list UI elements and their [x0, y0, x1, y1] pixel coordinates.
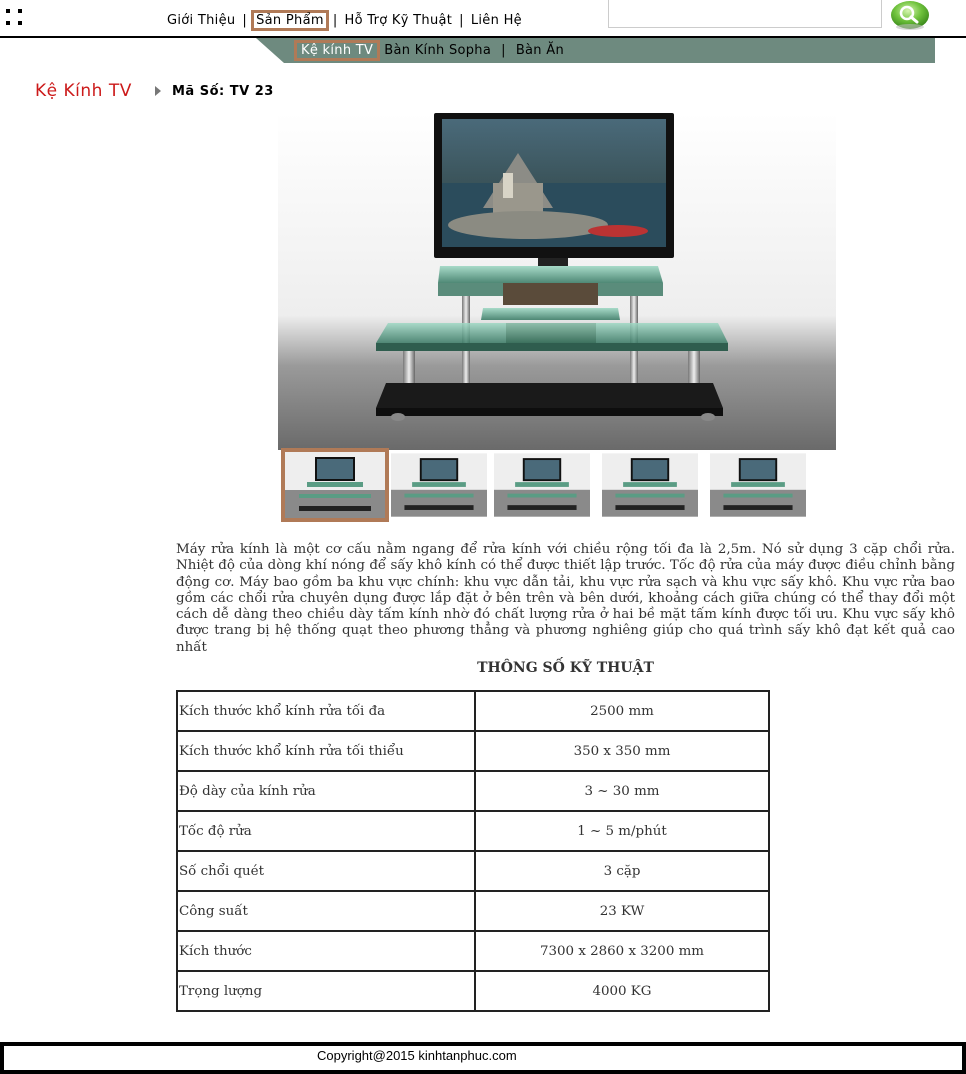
table-row: Kích thước khổ kính rửa tối thiểu 350 x 3… — [176, 730, 770, 772]
spec-key: Trọng lượng — [176, 970, 476, 1012]
thumbnail-1[interactable] — [281, 448, 389, 522]
thumbnail-5[interactable] — [710, 452, 806, 522]
subnav-separator: | — [501, 43, 506, 58]
spec-key: Công suất — [176, 890, 476, 932]
spec-key: Tốc độ rửa — [176, 810, 476, 852]
spec-key: Kích thước khổ kính rửa tối đa — [176, 690, 476, 732]
table-row: Số chổi quét 3 cặp — [176, 850, 770, 892]
table-row: Công suất 23 KW — [176, 890, 770, 932]
thumbnail-3[interactable] — [494, 452, 590, 522]
search-magnifier-icon — [891, 1, 929, 30]
tv-stand-thumb-icon — [710, 453, 806, 517]
product-main-image[interactable] — [278, 113, 836, 450]
product-description: Máy rửa kính là một cơ cấu nằm ngang để … — [176, 542, 955, 655]
spec-value: 7300 x 2860 x 3200 mm — [474, 930, 770, 972]
spec-key: Độ dày của kính rửa — [176, 770, 476, 812]
table-row: Tốc độ rửa 1 ~ 5 m/phút — [176, 810, 770, 852]
spec-value: 23 KW — [474, 890, 770, 932]
header-divider — [0, 36, 966, 38]
spec-value: 3 ~ 30 mm — [474, 770, 770, 812]
spec-table: Kích thước khổ kính rửa tối đa 2500 mm Kí… — [176, 690, 770, 1012]
subnav-item-ban-an[interactable]: Bàn Ăn — [512, 42, 568, 59]
spec-key: Kích thước — [176, 930, 476, 972]
subnav-item-ke-kinh-tv[interactable]: Kệ kính TV — [294, 40, 381, 61]
spec-value: 350 x 350 mm — [474, 730, 770, 772]
thumbnail-2[interactable] — [391, 452, 487, 522]
main-nav: Giới Thiệu | Sản Phẩm | Hỗ Trợ Kỹ Thuật | Liên… — [164, 10, 525, 31]
spec-value: 4000 KG — [474, 970, 770, 1012]
breadcrumb-arrow-icon — [155, 86, 161, 96]
tv-stand-thumb-icon — [285, 452, 385, 518]
spec-key: Số chổi quét — [176, 850, 476, 892]
table-row: Độ dày của kính rửa 3 ~ 30 mm — [176, 770, 770, 812]
table-row: Trọng lượng 4000 KG — [176, 970, 770, 1012]
table-row: Kích thước khổ kính rửa tối đa 2500 mm — [176, 690, 770, 732]
table-row: Kích thước 7300 x 2860 x 3200 mm — [176, 930, 770, 972]
tv-stand-thumb-icon — [602, 453, 698, 517]
thumbnail-4[interactable] — [602, 452, 698, 522]
category-title: Kệ Kính TV — [35, 81, 132, 101]
logo-icon[interactable] — [6, 9, 24, 25]
nav-item-san-pham[interactable]: Sản Phẩm — [251, 10, 329, 31]
search-input[interactable] — [608, 0, 882, 28]
spec-value: 2500 mm — [474, 690, 770, 732]
spec-key: Kích thước khổ kính rửa tối thiểu — [176, 730, 476, 772]
search-button[interactable] — [890, 0, 930, 30]
nav-separator: | — [459, 13, 464, 28]
spec-title: THÔNG SỐ KỸ THUẬT — [477, 660, 654, 676]
nav-separator: | — [242, 13, 248, 28]
product-code: Mã Số: TV 23 — [172, 84, 274, 99]
tv-stand-thumb-icon — [391, 453, 487, 517]
nav-item-lien-he[interactable]: Liên Hệ — [468, 11, 525, 30]
nav-item-ho-tro-ky-thuat[interactable]: Hỗ Trợ Kỹ Thuật — [342, 11, 456, 30]
nav-separator: | — [332, 13, 338, 28]
spec-value: 1 ~ 5 m/phút — [474, 810, 770, 852]
tv-stand-thumb-icon — [494, 453, 590, 517]
copyright-text: Copyright@2015 kinhtanphuc.com — [317, 1048, 517, 1063]
spec-value: 3 cặp — [474, 850, 770, 892]
subnav-item-ban-kinh-sopha[interactable]: Bàn Kính Sopha — [380, 42, 495, 59]
nav-item-gioi-thieu[interactable]: Giới Thiệu — [164, 11, 238, 30]
subnav: Kệ kính TV Bàn Kính Sopha | Bàn Ăn — [294, 40, 568, 61]
